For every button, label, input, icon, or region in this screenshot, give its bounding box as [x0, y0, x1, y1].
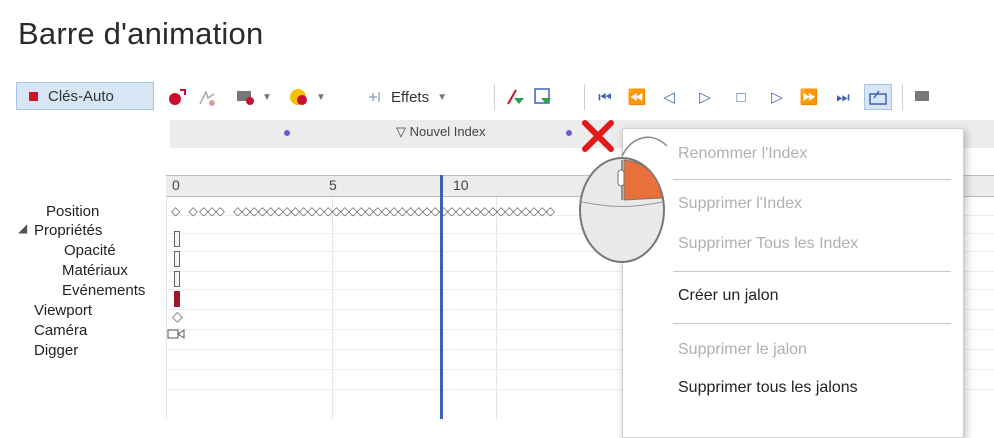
ease-button[interactable]: ▼ [284, 84, 330, 110]
menu-item-create-milestone[interactable]: Créer un jalon [678, 287, 779, 305]
camera-icon [167, 329, 185, 339]
viewport-keyframe[interactable]: ◇ [172, 308, 183, 325]
chevron-down-icon: ▼ [316, 91, 326, 103]
view-options-icon [915, 91, 929, 101]
effects-button[interactable]: Effets ▼ [346, 84, 466, 110]
grid-line [496, 197, 497, 419]
materials-key-bar[interactable] [174, 271, 180, 287]
step-forward-button[interactable]: ▷ [764, 84, 790, 110]
track-label-events[interactable]: Evénements [62, 282, 145, 299]
effects-icon [369, 92, 380, 102]
opacity-key-bar[interactable] [174, 251, 180, 267]
camera-keyframe[interactable] [167, 326, 187, 347]
menu-item-delete-milestone[interactable]: Supprimer le jalon [678, 341, 807, 359]
chevron-down-icon: ▼ [437, 91, 447, 103]
track-label-digger[interactable]: Digger [34, 342, 78, 359]
panel-title: Barre d'animation [18, 16, 264, 51]
toolbar-divider [902, 84, 903, 110]
mouse-right-click-icon [572, 126, 672, 281]
track-label-properties[interactable]: Propriétés [34, 222, 102, 239]
events-key-bar[interactable] [174, 291, 180, 307]
menu-item-delete-all-milestones[interactable]: Supprimer tous les jalons [678, 379, 858, 397]
track-label-position[interactable]: Position [46, 203, 99, 220]
previous-key-button[interactable]: ⏪ [624, 84, 650, 110]
collapse-triangle-icon[interactable]: ◢ [18, 221, 27, 235]
step-forward-icon: ▷ [771, 89, 783, 106]
toolbar-divider [494, 84, 495, 110]
stop-icon: □ [736, 88, 746, 106]
path-icon [199, 90, 215, 106]
grid-line [332, 197, 333, 419]
next-key-button[interactable]: ⏩ [796, 84, 822, 110]
grid-line [166, 197, 167, 419]
filter-keys-icon [507, 89, 524, 105]
keyframe-type-button[interactable]: ▼ [230, 84, 276, 110]
menu-item-delete-index[interactable]: Supprimer l'Index [678, 195, 802, 213]
step-back-button[interactable]: ◁ [656, 84, 682, 110]
position-keyframes[interactable]: ◇ ◇ ◇◇◇ ◇◇◇◇◇◇◇◇◇◇◇◇◇◇◇◇◇◇◇◇◇◇◇◇◇◇◇◇◇◇◇◇… [171, 204, 555, 218]
add-key-button[interactable] [164, 84, 190, 110]
next-key-icon: ⏩ [799, 89, 819, 106]
track-label-materials[interactable]: Matériaux [62, 262, 128, 279]
play-button[interactable]: ▷ [692, 84, 718, 110]
new-index-text: Nouvel Index [409, 124, 486, 139]
property-key-bar[interactable] [174, 231, 180, 247]
ease-icon [290, 89, 308, 105]
menu-item-rename-index[interactable]: Renommer l'Index [678, 145, 807, 163]
playhead[interactable] [440, 175, 443, 419]
go-to-end-icon: ⏭ [836, 88, 850, 106]
view-options-button[interactable] [908, 84, 938, 110]
index-marker[interactable] [284, 130, 290, 136]
stop-button[interactable]: □ [728, 84, 754, 110]
toolbar-divider [584, 84, 585, 110]
menu-separator [673, 271, 951, 272]
go-to-end-button[interactable]: ⏭ [830, 84, 856, 110]
chevron-down-icon: ▼ [262, 91, 272, 103]
path-button[interactable] [194, 84, 220, 110]
filter-tracks-icon [534, 88, 551, 104]
filter-keys-button[interactable] [502, 84, 528, 110]
ruler-tick-label: 10 [453, 177, 469, 193]
keyframe-type-icon [237, 91, 255, 105]
menu-separator [673, 179, 951, 180]
auto-keys-button[interactable]: Clés-Auto [16, 82, 154, 110]
ruler-tick-label: 0 [172, 177, 180, 193]
auto-keys-label: Clés-Auto [48, 87, 114, 105]
new-index-label[interactable]: ▽ Nouvel Index [396, 124, 486, 140]
track-label-opacity[interactable]: Opacité [64, 242, 116, 259]
loop-button[interactable] [864, 84, 892, 110]
menu-item-delete-all-index[interactable]: Supprimer Tous les Index [678, 235, 858, 253]
track-label-camera[interactable]: Caméra [34, 322, 87, 339]
effects-label: Effets [391, 88, 430, 106]
toolbar: Clés-Auto ▼ ▼ Effets ▼ ⏮ ⏪ ◁ ▷ □ ▷ ⏩ ⏭ [0, 76, 994, 116]
record-icon [29, 91, 38, 101]
loop-icon [869, 90, 887, 105]
play-icon: ▷ [699, 89, 711, 106]
context-menu: Renommer l'Index Supprimer l'Index Suppr… [622, 128, 964, 438]
previous-key-icon: ⏪ [627, 89, 647, 106]
add-key-icon [169, 89, 186, 105]
go-to-start-button[interactable]: ⏮ [592, 84, 618, 110]
menu-separator [673, 323, 951, 324]
filter-tracks-button[interactable] [530, 84, 556, 110]
track-label-viewport[interactable]: Viewport [34, 302, 92, 319]
triangle-down-icon: ▽ [396, 124, 406, 139]
ruler-tick-label: 5 [329, 177, 337, 193]
go-to-start-icon: ⏮ [598, 88, 612, 106]
step-back-icon: ◁ [663, 89, 675, 106]
